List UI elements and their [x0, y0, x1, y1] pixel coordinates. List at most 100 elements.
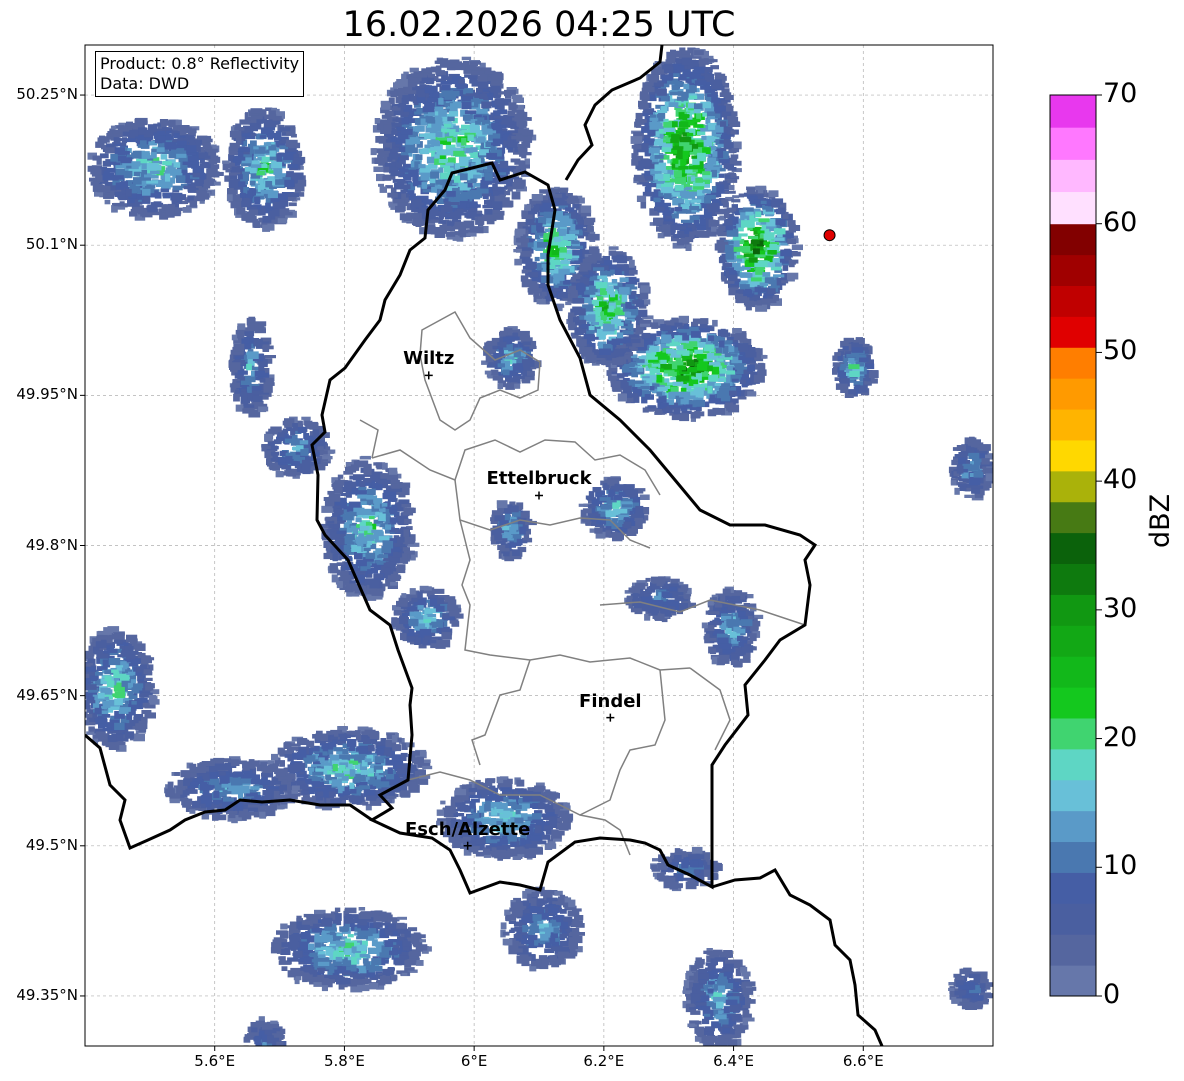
echo-pixel	[654, 173, 664, 180]
echo-pixel	[656, 88, 667, 96]
echo-pixel	[723, 138, 731, 143]
echo-pixel	[511, 94, 523, 99]
echo-pixel	[418, 164, 426, 169]
echo-pixel	[742, 246, 751, 253]
echo-pixel	[238, 181, 246, 188]
echo-pixel	[390, 171, 401, 177]
echo-pixel	[191, 182, 202, 186]
echo-pixel	[730, 154, 739, 159]
echo-pixel	[492, 213, 501, 220]
echo-pixel	[634, 380, 644, 384]
echo-pixel	[182, 161, 192, 165]
echo-pixel	[150, 170, 160, 174]
echo-pixel	[788, 260, 795, 268]
echo-pixel	[187, 187, 196, 192]
echo-pixel	[165, 135, 172, 141]
echo-pixel	[511, 135, 521, 140]
echo-pixel	[290, 428, 296, 436]
echo-pixel	[244, 404, 256, 408]
echo-pixel	[422, 189, 433, 193]
echo-pixel	[569, 230, 580, 235]
echo-pixel	[401, 73, 407, 80]
echo-pixel	[246, 351, 259, 359]
echo-pixel	[465, 66, 471, 72]
echo-pixel	[537, 226, 545, 233]
echo-pixel	[507, 110, 516, 116]
echo-pixel	[663, 127, 676, 133]
echo-pixel	[265, 355, 276, 359]
echo-pixel	[727, 116, 736, 124]
echo-pixel	[485, 142, 491, 147]
echo-pixel	[484, 370, 492, 375]
echo-pixel	[528, 272, 539, 278]
echo-pixel	[154, 192, 162, 199]
echo-pixel	[763, 233, 772, 241]
echo-pixel	[283, 152, 294, 161]
echo-pixel	[415, 125, 425, 132]
echo-pixel	[260, 189, 271, 194]
echo-pixel	[662, 408, 673, 414]
echo-pixel	[384, 147, 390, 151]
echo-pixel	[284, 179, 295, 188]
echo-pixel	[699, 342, 705, 348]
echo-pixel	[447, 221, 455, 226]
echo-pixel	[297, 426, 307, 433]
echo-pixel	[405, 144, 416, 153]
echo-pixel	[124, 151, 130, 155]
echo-pixel	[661, 106, 668, 113]
echo-pixel	[233, 393, 240, 402]
echo-pixel	[126, 138, 137, 143]
echo-pixel	[253, 146, 259, 150]
echo-pixel	[757, 186, 764, 194]
echo-pixel	[469, 204, 481, 208]
echo-pixel	[103, 194, 113, 198]
echo-pixel	[247, 325, 255, 331]
echo-pixel	[268, 176, 274, 180]
echo-pixel	[640, 386, 650, 390]
echo-pixel	[651, 322, 659, 329]
echo-pixel	[632, 357, 640, 362]
echo-pixel	[483, 96, 489, 101]
echo-pixel	[199, 163, 211, 169]
echo-pixel	[412, 178, 419, 187]
echo-pixel	[696, 399, 705, 407]
echo-pixel	[432, 140, 441, 147]
echo-pixel	[251, 390, 262, 395]
echo-pixel	[122, 131, 131, 137]
echo-pixel	[558, 286, 568, 290]
echo-pixel	[741, 220, 750, 228]
echo-pixel	[379, 186, 387, 193]
echo-pixel	[164, 142, 177, 150]
echo-pixel	[373, 166, 384, 172]
echo-pixel	[250, 167, 257, 174]
echo-pixel	[701, 135, 707, 140]
echo-pixel	[649, 345, 660, 352]
echo-pixel	[445, 226, 456, 232]
echo-pixel	[661, 147, 672, 153]
echo-pixel	[403, 173, 412, 181]
echo-pixel	[715, 113, 721, 119]
echo-pixel	[729, 390, 737, 396]
echo-pixel	[277, 218, 288, 224]
echo-pixel	[673, 73, 680, 77]
echo-pixel	[246, 363, 252, 371]
echo-pixel	[521, 149, 527, 155]
echo-pixel	[698, 58, 709, 65]
echo-pixel	[732, 378, 739, 382]
echo-pixel	[431, 186, 437, 193]
echo-pixel	[675, 184, 684, 191]
echo-pixel	[457, 147, 464, 151]
echo-pixel	[704, 197, 712, 204]
echo-pixel	[438, 97, 444, 105]
echo-pixel	[241, 213, 247, 221]
echo-pixel	[270, 120, 281, 125]
echo-pixel	[780, 249, 792, 257]
echo-pixel	[694, 50, 704, 56]
echo-pixel	[441, 84, 451, 91]
echo-pixel	[718, 225, 726, 231]
echo-pixel	[689, 206, 700, 210]
echo-pixel	[524, 204, 531, 211]
echo-pixel	[392, 179, 403, 183]
echo-pixel	[721, 199, 729, 204]
echo-pixel	[294, 183, 303, 189]
